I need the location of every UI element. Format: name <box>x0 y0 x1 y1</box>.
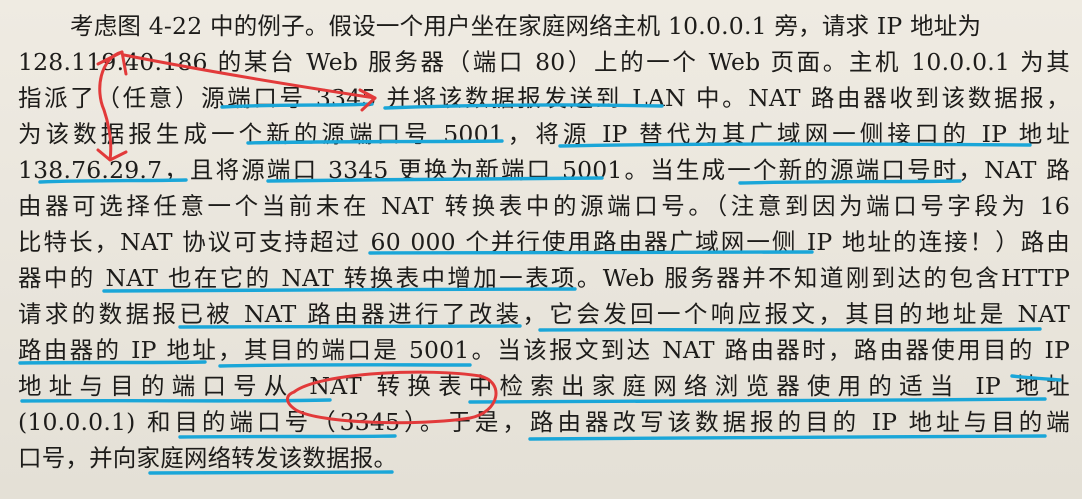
text-line-13: 口号，并向家庭网络转发该数据报。 <box>18 444 398 472</box>
text-line-8: 器中的 NAT 也在它的 NAT 转换表中增加一表项。Web 服务器并不知道刚到… <box>18 264 1070 292</box>
text-line-12: (10.0.0.1) 和目的端口号（3345）。于是，路由器改写该数据报的目的 … <box>18 408 1070 436</box>
text-line-5: 138.76.29.7，且将源端口 3345 更换为新端口 5001。当生成一个… <box>18 156 1070 184</box>
text-line-2: 128.119.40.186 的某台 Web 服务器（端口 80）上的一个 We… <box>18 48 1070 76</box>
text-line-6: 由器可选择任意一个当前未在 NAT 转换表中的源端口号。（注意到因为端口号字段为… <box>18 192 1070 220</box>
text-line-7: 比特长，NAT 协议可支持超过 60 000 个并行使用路由器广域网一侧 IP … <box>18 228 1070 256</box>
text-line-3: 指派了（任意）源端口号 3345 并将该数据报发送到 LAN 中。NAT 路由器… <box>18 84 1070 112</box>
text-line-10: 路由器的 IP 地址，其目的端口是 5001。当该报文到达 NAT 路由器时，路… <box>18 336 1070 364</box>
book-page: 考虑图 4-22 中的例子。假设一个用户坐在家庭网络主机 10.0.0.1 旁，… <box>0 0 1082 499</box>
text-line-11: 地址与目的端口号从 NAT 转换表中检索出家庭网络浏览器使用的适当 IP 地址 <box>18 372 1070 400</box>
text-line-1: 考虑图 4-22 中的例子。假设一个用户坐在家庭网络主机 10.0.0.1 旁，… <box>70 12 982 40</box>
text-line-4: 为该数据报生成一个新的源端口号 5001，将源 IP 替代为其广域网一侧接口的 … <box>18 120 1070 148</box>
text-line-9: 请求的数据报已被 NAT 路由器进行了改装，它会发回一个响应报文，其目的地址是 … <box>18 300 1070 328</box>
